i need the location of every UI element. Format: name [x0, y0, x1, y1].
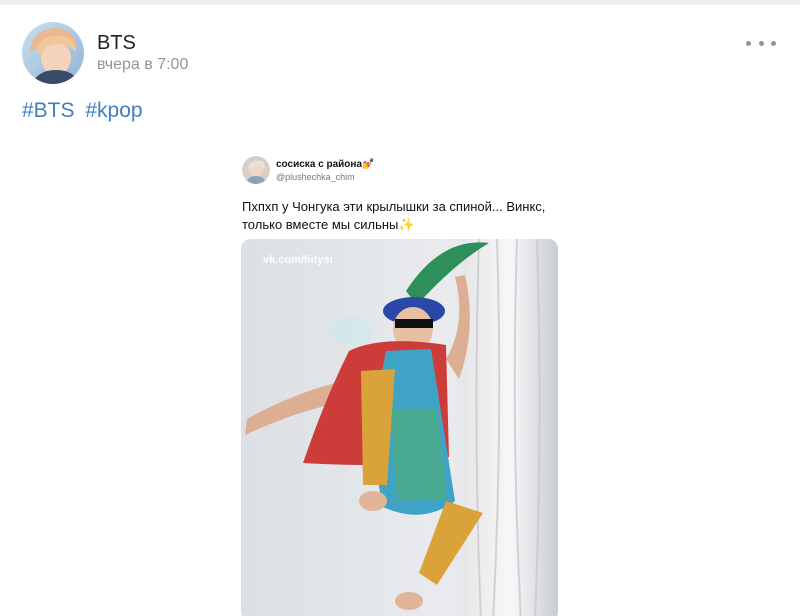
- post-hashtags: #BTS #kpop: [22, 99, 148, 123]
- more-horizontal-icon: [746, 40, 751, 46]
- tweet-text: Пхпхп у Чонгука эти крылышки за спиной..…: [242, 198, 560, 234]
- tweet-photo: vk.com/bitysi: [241, 239, 558, 616]
- tweet-text-body: Пхпхп у Чонгука эти крылышки за спиной..…: [242, 199, 546, 232]
- hashtag-link[interactable]: #BTS: [22, 99, 75, 122]
- tweet-author-handle: @plushechka_chim: [276, 172, 355, 182]
- tweet-author-name: сосиска с района💅: [276, 159, 374, 170]
- tweet-author-name-text: сосиска с района: [276, 159, 363, 170]
- tweet-avatar-image: [242, 156, 270, 184]
- post-time[interactable]: вчера в 7:00: [97, 56, 188, 74]
- avatar-image: [22, 22, 84, 84]
- author-avatar[interactable]: [22, 22, 84, 84]
- photo-watermark: vk.com/bitysi: [263, 254, 333, 266]
- nail-polish-icon: 💅: [362, 159, 375, 170]
- attached-tweet-image[interactable]: сосиска с района💅 @plushechka_chim Пхпхп…: [235, 148, 565, 616]
- tweet-author-avatar: [242, 156, 270, 184]
- post-card: BTS вчера в 7:00 #BTS #kpop сосиска с ра…: [0, 5, 800, 616]
- more-dot: [758, 40, 764, 46]
- more-dot: [771, 40, 776, 46]
- author-name[interactable]: BTS: [97, 32, 136, 55]
- sparkles-icon: ✨: [398, 217, 415, 232]
- more-options-button[interactable]: [746, 35, 776, 51]
- hashtag-link[interactable]: #kpop: [85, 99, 142, 122]
- photo-illustration: vk.com/bitysi: [241, 239, 558, 616]
